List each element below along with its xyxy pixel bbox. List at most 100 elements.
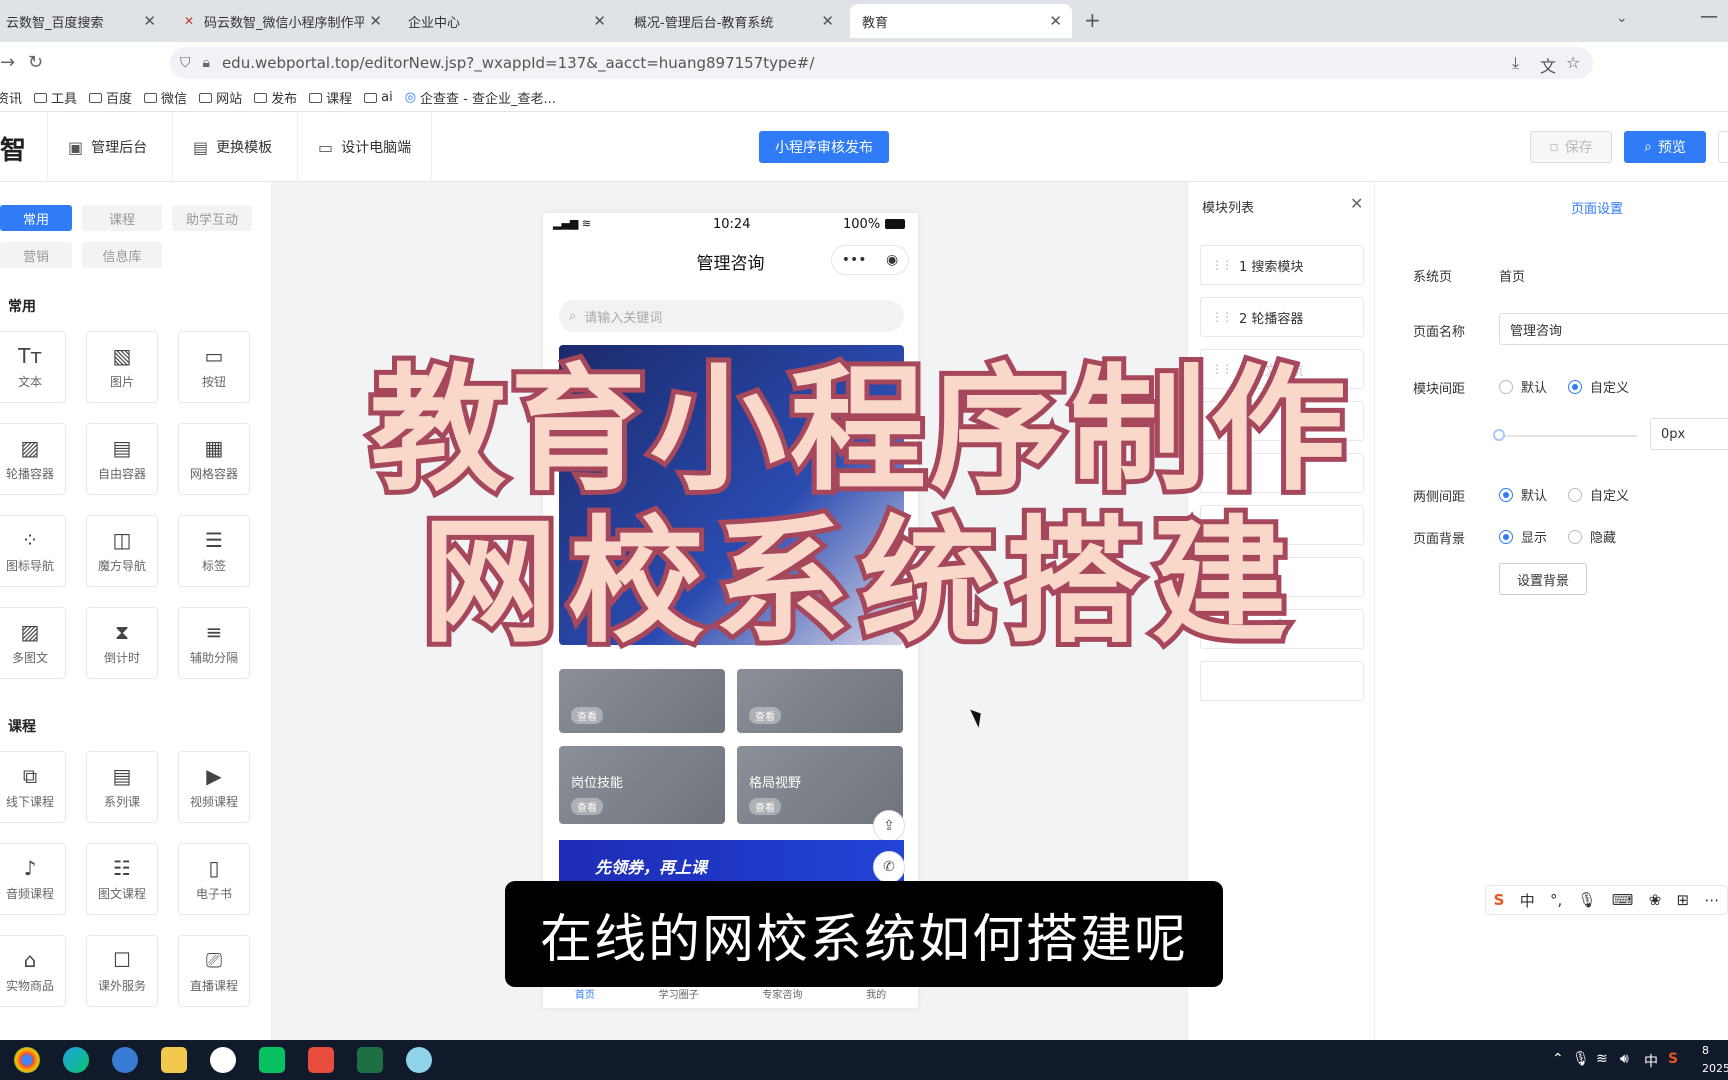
excel-icon[interactable]: [357, 1047, 383, 1073]
minimize-icon[interactable]: —: [1700, 6, 1718, 27]
nav-change-template[interactable]: ▤ 更换模板: [172, 112, 292, 182]
sogou-browser-icon[interactable]: [112, 1047, 138, 1073]
close-icon[interactable]: ✕: [369, 12, 382, 30]
component-countdown[interactable]: ⧗ 倒计时: [86, 607, 158, 679]
component-service[interactable]: ☐ 课外服务: [86, 935, 158, 1007]
tab-education[interactable]: 教育 ✕: [850, 4, 1072, 38]
close-icon[interactable]: ✕: [1350, 194, 1363, 213]
phone-search-input[interactable]: ⌕ 请输入关键词: [559, 300, 904, 332]
tab-admin-overview[interactable]: 概况-管理后台-教育系统 ✕: [622, 4, 844, 38]
volume-icon[interactable]: 🔊︎: [1620, 1051, 1629, 1067]
component-carousel[interactable]: ▨ 轮播容器: [0, 423, 66, 495]
component-tag[interactable]: ☰ 标签: [178, 515, 250, 587]
download-icon[interactable]: ⤓: [1512, 53, 1519, 73]
side-custom-radio[interactable]: 自定义: [1568, 485, 1629, 504]
reload-icon[interactable]: ↻: [28, 52, 43, 73]
component-grid-container[interactable]: ▦ 网格容器: [178, 423, 250, 495]
drag-handle-icon[interactable]: ⋮⋮: [1211, 258, 1233, 272]
component-product[interactable]: ⌂ 实物商品: [0, 935, 66, 1007]
component-image[interactable]: ▧ 图片: [86, 331, 158, 403]
component-text[interactable]: Tт 文本: [0, 331, 66, 403]
component-button[interactable]: ▭ 按钮: [178, 331, 250, 403]
view-tag[interactable]: 查看: [571, 798, 603, 815]
course-tile[interactable]: 格局视野 查看: [737, 746, 903, 824]
keyboard-icon[interactable]: ⌨: [1612, 891, 1634, 909]
spacing-value-input[interactable]: 0px: [1650, 418, 1728, 450]
wifi-icon[interactable]: ≋: [1596, 1051, 1608, 1067]
component-icon-nav[interactable]: ⁘ 图标导航: [0, 515, 66, 587]
skin-icon[interactable]: ❀: [1649, 891, 1662, 909]
spacing-slider[interactable]: [1493, 429, 1637, 441]
course-tile[interactable]: 查看: [559, 669, 725, 733]
star-icon[interactable]: ☆: [1566, 53, 1580, 72]
chevron-down-icon[interactable]: ⌄: [1616, 10, 1628, 26]
system-clock[interactable]: 8 2025: [1702, 1042, 1728, 1078]
component-offline-course[interactable]: ⧉ 线下课程: [0, 751, 66, 823]
bookmark-folder[interactable]: 工具: [34, 88, 77, 107]
more-icon[interactable]: ⋯: [1704, 891, 1719, 909]
bookmark-folder[interactable]: ai: [364, 90, 393, 105]
component-cube-nav[interactable]: ◫ 魔方导航: [86, 515, 158, 587]
more-dots-icon[interactable]: •••: [842, 252, 867, 268]
bookmark-folder[interactable]: 百度: [89, 88, 132, 107]
component-divider[interactable]: ≡ 辅助分隔: [178, 607, 250, 679]
tab-enterprise-center[interactable]: 企业中心 ✕: [396, 4, 616, 38]
close-icon[interactable]: ✕: [593, 12, 606, 30]
bg-hide-radio[interactable]: 隐藏: [1568, 527, 1616, 546]
bookmark-folder[interactable]: 课程: [309, 88, 352, 107]
more-button[interactable]: [1718, 131, 1728, 163]
wechat-icon[interactable]: [259, 1047, 285, 1073]
phone-tab-home[interactable]: 首页: [575, 986, 595, 1008]
input-method-indicator[interactable]: 中: [1644, 1051, 1658, 1071]
phone-tab-expert[interactable]: 专家咨询: [762, 986, 802, 1008]
category-marketing[interactable]: 营销: [0, 242, 72, 268]
bookmark-folder[interactable]: 微信: [144, 88, 187, 107]
ime-mode[interactable]: 中: [1520, 890, 1535, 911]
sogou-icon[interactable]: S: [1494, 891, 1505, 909]
close-icon[interactable]: ✕: [821, 12, 834, 30]
punctuation-icon[interactable]: °,: [1550, 891, 1562, 909]
tab-page-settings[interactable]: 页面设置: [1571, 198, 1623, 217]
component-text-course[interactable]: ☷ 图文课程: [86, 843, 158, 915]
drag-handle-icon[interactable]: ⋮⋮: [1211, 310, 1233, 324]
chrome-icon[interactable]: [14, 1047, 40, 1073]
course-tile[interactable]: 查看: [737, 669, 903, 733]
video-app-icon[interactable]: [308, 1047, 334, 1073]
publish-button[interactable]: 小程序审核发布: [759, 131, 889, 163]
toolbox-icon[interactable]: ⊞: [1677, 891, 1690, 909]
category-info[interactable]: 信息库: [82, 242, 162, 268]
translate-icon[interactable]: 文: [1540, 53, 1556, 77]
bookmark-qichacha[interactable]: ◎ 企查查 - 查企业_查老...: [405, 88, 556, 107]
module-item[interactable]: [1200, 661, 1364, 701]
course-tile[interactable]: 岗位技能 查看: [559, 746, 725, 824]
edge-icon[interactable]: [63, 1047, 89, 1073]
spacing-custom-radio[interactable]: 自定义: [1568, 377, 1629, 396]
chevron-up-icon[interactable]: ⌃: [1552, 1051, 1564, 1067]
phone-tab-circle[interactable]: 学习圈子: [659, 986, 699, 1008]
category-common[interactable]: 常用: [0, 205, 72, 231]
record-circle-icon[interactable]: ◉: [886, 252, 898, 268]
component-free-container[interactable]: ▤ 自由容器: [86, 423, 158, 495]
component-live-course[interactable]: ⎚ 直播课程: [178, 935, 250, 1007]
component-video-course[interactable]: ▶ 视频课程: [178, 751, 250, 823]
phone-call-icon[interactable]: ✆: [873, 851, 905, 883]
module-item[interactable]: ⋮⋮ 1 搜索模块: [1200, 245, 1364, 285]
save-button[interactable]: ▫ 保存: [1530, 131, 1612, 163]
slider-handle[interactable]: [1493, 429, 1505, 441]
bookmark-folder[interactable]: 网站: [199, 88, 242, 107]
sogou-tray-icon[interactable]: S: [1668, 1051, 1678, 1067]
module-item[interactable]: ⋮⋮ 2 轮播容器: [1200, 297, 1364, 337]
view-tag[interactable]: 查看: [749, 707, 781, 724]
tab-baidu-search[interactable]: 云数智_百度搜索 ✕: [0, 4, 166, 38]
nav-admin[interactable]: ▣ 管理后台: [47, 112, 167, 182]
mini-program-capsule[interactable]: ••• ◉: [831, 245, 909, 275]
spacing-default-radio[interactable]: 默认: [1499, 377, 1547, 396]
share-icon[interactable]: ⇪: [873, 810, 905, 842]
component-ebook[interactable]: ▯ 电子书: [178, 843, 250, 915]
preview-button[interactable]: ⌕ 预览: [1624, 131, 1706, 163]
phone-tab-mine[interactable]: 我的: [866, 986, 886, 1008]
file-explorer-icon[interactable]: [161, 1047, 187, 1073]
bookmark-item[interactable]: 资讯: [0, 88, 22, 107]
page-name-input[interactable]: 管理咨询: [1499, 313, 1728, 345]
view-tag[interactable]: 查看: [571, 707, 603, 724]
